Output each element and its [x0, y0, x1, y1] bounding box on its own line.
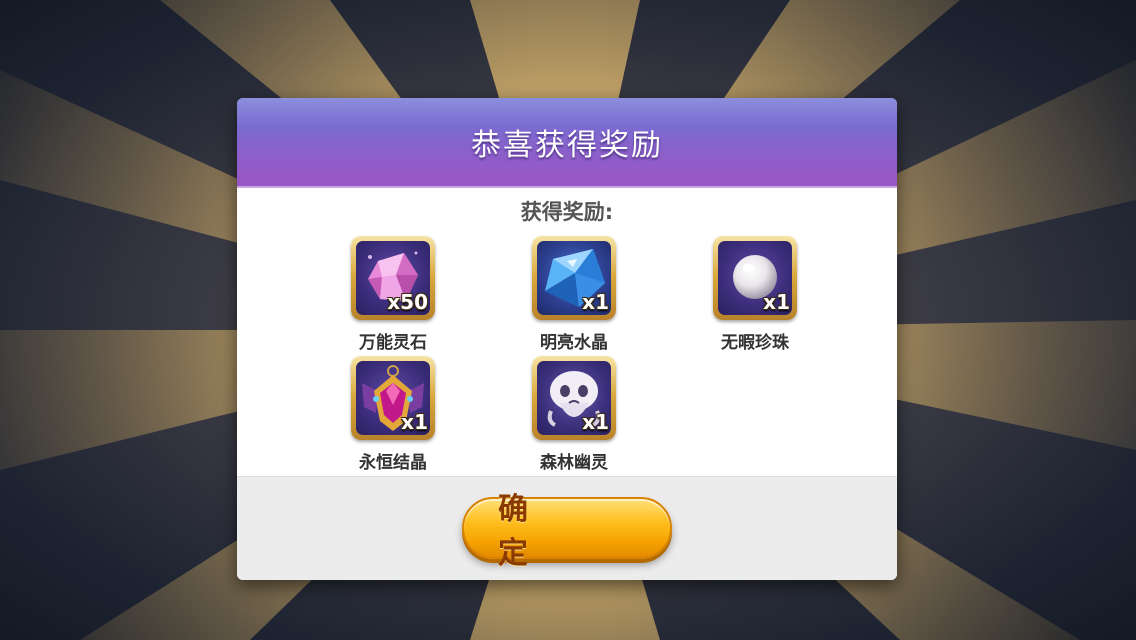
dialog-body: 获得奖励: x50 万能灵石 x1 明亮水晶 x1 无暇珍珠 x1 永恒结晶 x… [237, 188, 897, 476]
reward-item[interactable]: x50 万能灵石 [333, 236, 453, 353]
dialog-footer: 确 定 [237, 476, 897, 580]
dialog-title: 恭喜获得奖励 [471, 128, 663, 163]
reward-heading: 获得奖励: [520, 200, 614, 224]
game-scene: 恭喜获得奖励 获得奖励: x50 万能灵石 x1 明亮水晶 x1 无暇珍珠 x1… [0, 0, 1136, 640]
confirm-label: 确 定 [498, 492, 562, 571]
confirm-button[interactable]: 确 定 [462, 492, 672, 571]
item-name: 森林幽灵 [540, 453, 608, 473]
item-name: 无暇珍珠 [721, 333, 789, 353]
item-quantity: x1 [582, 290, 609, 314]
item-frame: x1 [713, 236, 797, 320]
item-quantity: x1 [763, 290, 790, 314]
reward-item[interactable]: x1 无暇珍珠 [695, 236, 815, 353]
item-quantity: x1 [401, 410, 428, 434]
item-frame: x1 [532, 236, 616, 320]
reward-dialog: 恭喜获得奖励 获得奖励: x50 万能灵石 x1 明亮水晶 x1 无暇珍珠 x1… [237, 98, 897, 580]
item-frame: x1 [351, 356, 435, 440]
reward-item[interactable]: x1 森林幽灵 [514, 356, 634, 473]
item-frame: x1 [532, 356, 616, 440]
item-quantity: x1 [582, 410, 609, 434]
dialog-header: 恭喜获得奖励 [237, 98, 897, 188]
item-name: 永恒结晶 [359, 453, 427, 473]
reward-item[interactable]: x1 永恒结晶 [333, 356, 453, 473]
item-name: 明亮水晶 [540, 333, 608, 353]
reward-item[interactable]: x1 明亮水晶 [514, 236, 634, 353]
item-frame: x50 [351, 236, 435, 320]
item-quantity: x50 [387, 290, 428, 314]
item-name: 万能灵石 [359, 333, 427, 353]
